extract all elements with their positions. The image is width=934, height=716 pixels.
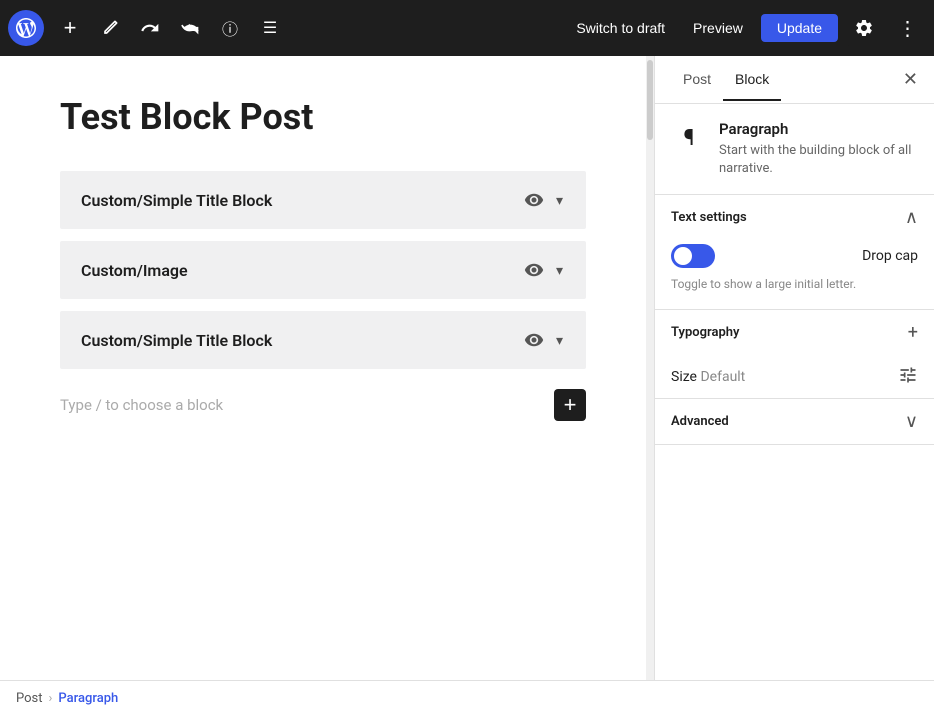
block-actions-1: ▾	[522, 188, 565, 212]
drop-cap-hint: Toggle to show a large initial letter.	[671, 276, 918, 293]
visibility-btn-2[interactable]	[522, 258, 546, 282]
redo-icon	[180, 18, 200, 38]
tabs-group: Post Block	[671, 59, 781, 101]
info-btn[interactable]: ⓘ	[212, 10, 248, 46]
main-area: Test Block Post Custom/Simple Title Bloc…	[0, 56, 934, 680]
eye-icon-2	[524, 260, 544, 280]
update-btn[interactable]: Update	[761, 14, 838, 42]
list-view-btn[interactable]: ☰	[252, 10, 288, 46]
block-actions-2: ▾	[522, 258, 565, 282]
type-block-hint: Type / to choose a block +	[60, 389, 586, 421]
redo-btn[interactable]	[172, 10, 208, 46]
block-title-1: Custom/Simple Title Block	[81, 191, 272, 210]
eye-icon-3	[524, 330, 544, 350]
preview-btn[interactable]: Preview	[683, 14, 753, 42]
post-title[interactable]: Test Block Post	[60, 96, 586, 139]
advanced-toggle-icon: ∨	[905, 411, 918, 432]
typography-title: Typography	[671, 325, 740, 340]
editor-area: Test Block Post Custom/Simple Title Bloc…	[0, 56, 646, 680]
block-item-1[interactable]: Custom/Simple Title Block ▾	[60, 171, 586, 229]
text-settings-toggle-icon: ∧	[905, 207, 918, 228]
add-block-toolbar-btn[interactable]: +	[52, 10, 88, 46]
breadcrumb-separator: ›	[49, 691, 53, 706]
block-title-3: Custom/Simple Title Block	[81, 331, 272, 350]
size-value: Default	[700, 369, 745, 385]
tab-block[interactable]: Block	[723, 59, 781, 101]
sidebar-tabs: Post Block ✕	[655, 56, 934, 104]
typography-size-row: Size Default	[655, 355, 934, 398]
gear-icon	[854, 18, 874, 38]
size-label: Size Default	[671, 369, 745, 385]
wp-logo[interactable]	[8, 10, 44, 46]
advanced-title: Advanced	[671, 414, 729, 429]
block-info-name: Paragraph	[719, 120, 918, 138]
text-settings-section: Text settings ∧ Drop cap Toggle to show …	[655, 195, 934, 310]
visibility-btn-1[interactable]	[522, 188, 546, 212]
toolbar-right: Switch to draft Preview Update ⋮	[566, 10, 926, 46]
drop-cap-toggle[interactable]	[671, 244, 715, 268]
advanced-header[interactable]: Advanced ∨	[655, 399, 934, 444]
scrollbar-thumb	[647, 60, 653, 140]
drop-cap-label: Drop cap	[862, 248, 918, 264]
block-actions-3: ▾	[522, 328, 565, 352]
size-sliders-btn[interactable]	[898, 365, 918, 388]
text-settings-header[interactable]: Text settings ∧	[655, 195, 934, 240]
typography-add-icon[interactable]: +	[908, 322, 918, 343]
switch-draft-btn[interactable]: Switch to draft	[566, 14, 675, 42]
typography-header[interactable]: Typography +	[655, 310, 934, 355]
typography-section: Typography + Size Default	[655, 310, 934, 399]
breadcrumb-parent[interactable]: Post	[16, 691, 43, 706]
block-info: ¶ Paragraph Start with the building bloc…	[655, 104, 934, 195]
wp-logo-icon	[16, 18, 36, 38]
block-item-3[interactable]: Custom/Simple Title Block ▾	[60, 311, 586, 369]
toolbar: + ⓘ ☰ Switch to draft Preview Update ⋮	[0, 0, 934, 56]
expand-btn-2[interactable]: ▾	[554, 260, 565, 281]
scrollbar[interactable]	[646, 56, 654, 680]
block-info-desc: Start with the building block of all nar…	[719, 142, 918, 178]
sidebar: Post Block ✕ ¶ Paragraph Start with the …	[654, 56, 934, 680]
expand-btn-3[interactable]: ▾	[554, 330, 565, 351]
edit-btn[interactable]	[92, 10, 128, 46]
undo-btn[interactable]	[132, 10, 168, 46]
expand-btn-1[interactable]: ▾	[554, 190, 565, 211]
eye-icon	[524, 190, 544, 210]
paragraph-icon: ¶	[671, 120, 707, 156]
edit-icon	[100, 18, 120, 38]
advanced-section: Advanced ∨	[655, 399, 934, 445]
text-settings-content: Drop cap Toggle to show a large initial …	[655, 240, 934, 309]
tab-post[interactable]: Post	[671, 59, 723, 101]
more-options-btn[interactable]: ⋮	[890, 10, 926, 46]
type-hint-text: Type / to choose a block	[60, 396, 223, 414]
drop-cap-row: Drop cap	[671, 244, 918, 268]
visibility-btn-3[interactable]	[522, 328, 546, 352]
breadcrumb-current[interactable]: Paragraph	[58, 691, 118, 706]
undo-icon	[140, 18, 160, 38]
breadcrumb-bar: Post › Paragraph	[0, 680, 934, 716]
close-sidebar-btn[interactable]: ✕	[903, 69, 918, 90]
block-info-text: Paragraph Start with the building block …	[719, 120, 918, 178]
sliders-icon	[898, 365, 918, 385]
add-block-btn[interactable]: +	[554, 389, 586, 421]
block-item-2[interactable]: Custom/Image ▾	[60, 241, 586, 299]
settings-btn[interactable]	[846, 10, 882, 46]
text-settings-title: Text settings	[671, 210, 747, 225]
block-title-2: Custom/Image	[81, 261, 188, 280]
